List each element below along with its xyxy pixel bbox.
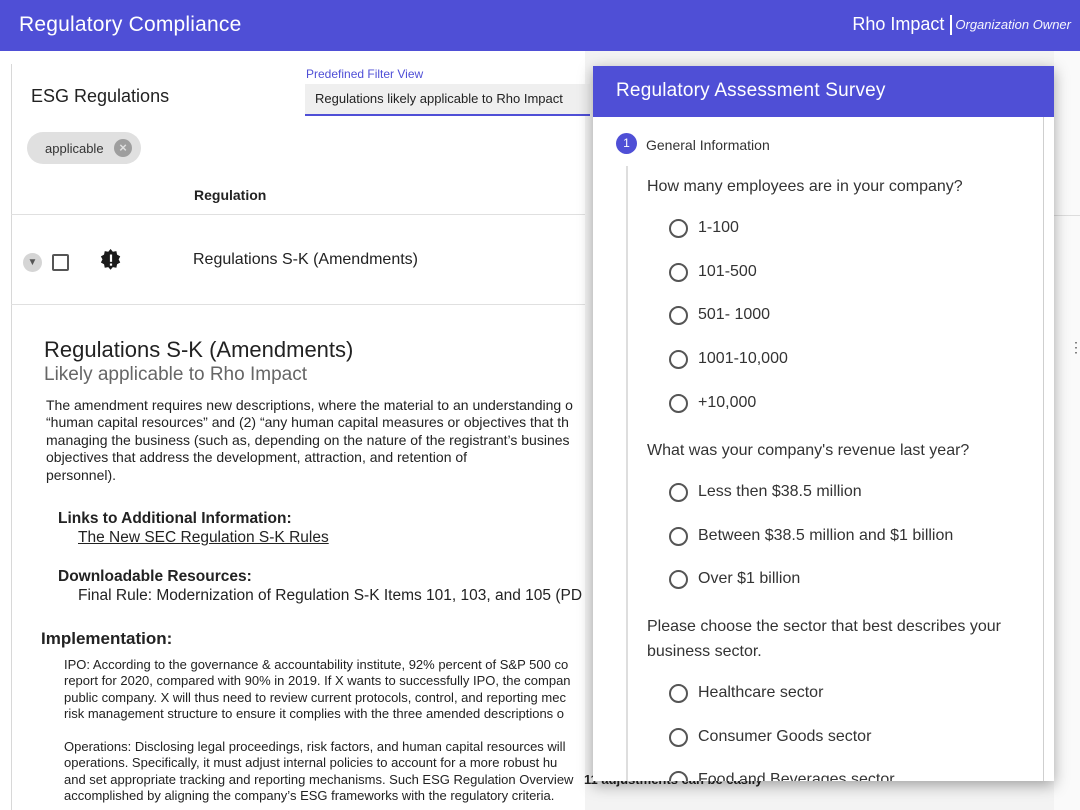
survey-title: Regulatory Assessment Survey — [616, 80, 886, 101]
radio-button[interactable] — [669, 482, 688, 502]
detail-description: The amendment requires new descriptions,… — [46, 397, 586, 484]
option-label: Over $1 billion — [698, 570, 801, 587]
radio-option[interactable]: +10,000 — [669, 392, 756, 414]
question-sector: Please choose the sector that best descr… — [647, 618, 1001, 660]
row-checkbox[interactable] — [52, 254, 69, 271]
alert-badge-icon — [100, 249, 121, 270]
implementation-ipo: IPO: According to the governance & accou… — [64, 657, 586, 722]
option-label: 1001-10,000 — [698, 350, 788, 367]
survey-header: Regulatory Assessment Survey — [593, 66, 1054, 117]
regulation-name: Regulations S-K (Amendments) — [193, 251, 418, 268]
chip-label: applicable — [45, 141, 104, 156]
question-revenue: What was your company's revenue last yea… — [647, 442, 970, 459]
radio-button[interactable] — [669, 683, 688, 703]
radio-button[interactable] — [669, 349, 688, 369]
sec-rules-link[interactable]: The New SEC Regulation S-K Rules — [78, 529, 329, 547]
radio-option[interactable]: Less then $38.5 million — [669, 481, 862, 503]
option-label: Healthcare sector — [698, 684, 824, 701]
step-rail — [626, 166, 628, 781]
final-rule-download[interactable]: Final Rule: Modernization of Regulation … — [78, 587, 586, 605]
implementation-heading: Implementation: — [41, 629, 173, 648]
survey-scrollbar[interactable] — [1043, 117, 1044, 781]
divider — [1054, 215, 1080, 216]
radio-button[interactable] — [669, 262, 688, 282]
implementation-line: and set appropriate tracking and reporti… — [64, 771, 574, 787]
radio-option[interactable]: Between $38.5 million and $1 billion — [669, 525, 953, 547]
radio-button[interactable] — [669, 727, 688, 747]
description-line: personnel). — [46, 466, 117, 483]
radio-option[interactable]: Food and Beverages sector — [669, 769, 895, 781]
panel-title: ESG Regulations — [31, 86, 170, 106]
radio-option[interactable]: 501- 1000 — [669, 304, 770, 326]
more-options-icon[interactable]: ⋮ — [1069, 340, 1080, 354]
step-number-badge: 1 — [616, 133, 637, 154]
org-divider — [950, 14, 953, 35]
option-label: 501- 1000 — [698, 306, 771, 323]
filter-chip-applicable[interactable]: applicable × — [27, 132, 141, 164]
org-name: Rho Impact — [852, 14, 945, 34]
right-edge-panel — [1054, 51, 1080, 810]
org-switcher[interactable]: Rho Impact Organization Owner — [852, 14, 1071, 35]
expand-chevron-icon[interactable]: ▼ — [23, 253, 42, 272]
app-header: Regulatory Compliance Rho Impact Organiz… — [0, 0, 1080, 51]
implementation-operations: Operations: Disclosing legal proceedings… — [64, 739, 586, 804]
app-title: Regulatory Compliance — [19, 13, 242, 36]
radio-option[interactable]: Consumer Goods sector — [669, 726, 871, 748]
radio-button[interactable] — [669, 569, 688, 589]
option-label: Consumer Goods sector — [698, 728, 872, 745]
option-label: Food and Beverages sector — [698, 771, 895, 781]
links-heading: Links to Additional Information: — [58, 510, 292, 527]
implementation-line: accomplished by aligning the company’s E… — [64, 787, 555, 803]
implementation-line: Operations: Disclosing legal proceedings… — [64, 739, 566, 754]
filter-label: Predefined Filter View — [306, 67, 424, 81]
radio-option[interactable]: 1-100 — [669, 217, 739, 239]
column-header-regulation[interactable]: Regulation — [194, 187, 266, 203]
description-line: The amendment requires new descriptions,… — [46, 397, 573, 413]
detail-subtitle: Likely applicable to Rho Impact — [44, 364, 307, 385]
description-line: managing the business (such as, dependin… — [46, 431, 570, 448]
radio-option[interactable]: Over $1 billion — [669, 568, 800, 590]
downloads-heading: Downloadable Resources: — [58, 568, 252, 585]
question-employees: How many employees are in your company? — [647, 178, 963, 195]
radio-button[interactable] — [669, 393, 688, 413]
radio-button[interactable] — [669, 526, 688, 546]
radio-option[interactable]: 101-500 — [669, 261, 757, 283]
option-label: +10,000 — [698, 394, 757, 411]
implementation-line: public company. X will thus need to revi… — [64, 689, 566, 705]
implementation-line: report for 2020, compared with 90% in 20… — [64, 673, 571, 689]
option-label: 101-500 — [698, 263, 757, 280]
option-label: 1-100 — [698, 219, 739, 236]
implementation-line: IPO: According to the governance & accou… — [64, 657, 569, 672]
option-label: Between $38.5 million and $1 billion — [698, 527, 954, 544]
description-line: objectives that address the development,… — [46, 449, 468, 466]
radio-button[interactable] — [669, 218, 688, 238]
description-line: “human capital resources” and (2) “any h… — [46, 414, 569, 431]
implementation-line: operations. Specifically, it must adjust… — [64, 755, 558, 771]
predefined-filter-select[interactable]: Regulations likely applicable to Rho Imp… — [305, 84, 590, 116]
radio-button[interactable] — [669, 305, 688, 325]
table-divider — [11, 214, 585, 215]
org-role: Organization Owner — [955, 17, 1071, 32]
chip-remove-icon[interactable]: × — [114, 139, 132, 157]
table-divider — [11, 304, 585, 305]
detail-title: Regulations S-K (Amendments) — [44, 337, 354, 362]
regulatory-assessment-survey-dialog: Regulatory Assessment Survey 1 General I… — [593, 66, 1054, 781]
radio-option[interactable]: 1001-10,000 — [669, 348, 788, 370]
filter-value: Regulations likely applicable to Rho Imp… — [315, 91, 563, 106]
implementation-line: risk management structure to ensure it c… — [64, 705, 565, 721]
step-label: General Information — [646, 137, 770, 153]
radio-button[interactable] — [669, 770, 688, 781]
radio-option[interactable]: Healthcare sector — [669, 682, 823, 704]
option-label: Less then $38.5 million — [698, 483, 862, 500]
